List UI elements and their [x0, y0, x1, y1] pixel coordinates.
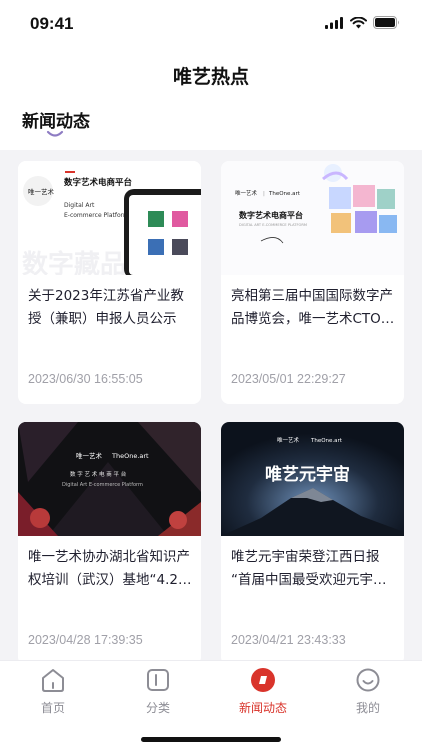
card2-logo-text: 唯一艺术	[235, 189, 258, 197]
news-card-image: 唯一艺术 TheOne.art 数 字 艺 术 电 商 平 台 Digital …	[18, 422, 201, 536]
news-list[interactable]: 唯一艺术 数字艺术电商平台 Digital Art E-commerce Pla…	[0, 150, 422, 660]
news-card-date: 2023/06/30 16:55:05	[28, 372, 143, 386]
card1-logo-text: 唯一艺术	[28, 187, 55, 196]
tab-home-label: 首页	[40, 701, 65, 715]
page-title: 唯艺热点	[172, 66, 249, 88]
card1-platform-en2: E-commerce Platform	[64, 212, 129, 219]
svg-text:|: |	[263, 191, 265, 197]
news-card-date: 2023/04/28 17:39:35	[28, 633, 143, 647]
card1-platform-en1: Digital Art	[64, 202, 95, 209]
news-card-title: 亮相第三届中国国际数字产 品博览会，唯一艺术CTO…	[231, 288, 395, 327]
status-bar: 09:41	[0, 0, 422, 50]
card3-logo-text: 唯一艺术	[76, 451, 103, 460]
news-icon	[251, 668, 275, 692]
news-card-title: 唯一艺术协办湖北省知识产 权培训（武汉）基地“4.2…	[28, 549, 192, 588]
profile-icon	[356, 668, 380, 692]
card3-platform-cn: 数 字 艺 术 电 商 平 台	[70, 470, 127, 478]
status-icons	[325, 16, 400, 29]
news-card[interactable]: 唯一艺术 数字艺术电商平台 Digital Art E-commerce Pla…	[18, 161, 201, 404]
news-card-date: 2023/05/01 22:29:27	[231, 372, 346, 386]
card3-platform-en: Digital Art E-commerce Platform	[62, 482, 143, 488]
news-card-title: 关于2023年江苏省产业教 授（兼职）申报人员公示	[28, 288, 184, 327]
news-card-image: 唯一艺术 数字艺术电商平台 Digital Art E-commerce Pla…	[18, 161, 201, 275]
tab-profile[interactable]: 我的	[328, 667, 408, 716]
category-icon	[147, 669, 169, 691]
card3-brand: TheOne.art	[111, 452, 149, 460]
tab-home[interactable]: 首页	[13, 667, 93, 716]
tab-category[interactable]: 分类	[118, 667, 198, 716]
news-card-date: 2023/04/21 23:43:33	[231, 633, 346, 647]
card2-brand: TheOne.art	[268, 191, 301, 197]
card4-brand: TheOne.art	[310, 438, 343, 444]
section-underline	[46, 130, 64, 137]
tab-news-label: 新闻动态	[238, 701, 287, 715]
news-card-image: 唯一艺术 | TheOne.art 数字艺术电商平台 DIGITAL ART E…	[221, 161, 404, 275]
tab-category-label: 分类	[145, 701, 170, 715]
wifi-icon	[350, 16, 367, 28]
card1-watermark: 数字藏品	[22, 249, 126, 275]
home-icon	[42, 669, 64, 692]
news-card[interactable]: 唯一艺术 TheOne.art 数 字 艺 术 电 商 平 台 Digital …	[18, 422, 201, 660]
news-card-image: 唯一艺术 TheOne.art 唯艺元宇宙	[221, 422, 404, 536]
card4-logo-text: 唯一艺术	[277, 436, 300, 444]
home-indicator	[141, 737, 281, 742]
news-card[interactable]: 唯一艺术 TheOne.art 唯艺元宇宙 唯艺元宇宙荣登江西日报 “首届中国最…	[221, 422, 404, 660]
battery-icon	[373, 16, 399, 29]
status-time: 09:41	[30, 14, 74, 33]
tab-news[interactable]: 新闻动态	[223, 667, 303, 716]
card2-platform-cn: 数字艺术电商平台	[239, 210, 303, 220]
card2-platform-en: DIGITAL ART E-COMMERCE PLATFORM	[239, 223, 307, 227]
tab-profile-label: 我的	[355, 701, 380, 715]
news-card-title: 唯艺元宇宙荣登江西日报 “首届中国最受欢迎元宇…	[231, 549, 387, 588]
news-card[interactable]: 唯一艺术 | TheOne.art 数字艺术电商平台 DIGITAL ART E…	[221, 161, 404, 404]
card4-headline: 唯艺元宇宙	[265, 464, 350, 485]
card1-platform-cn: 数字艺术电商平台	[64, 177, 133, 188]
signal-icon	[325, 16, 343, 29]
